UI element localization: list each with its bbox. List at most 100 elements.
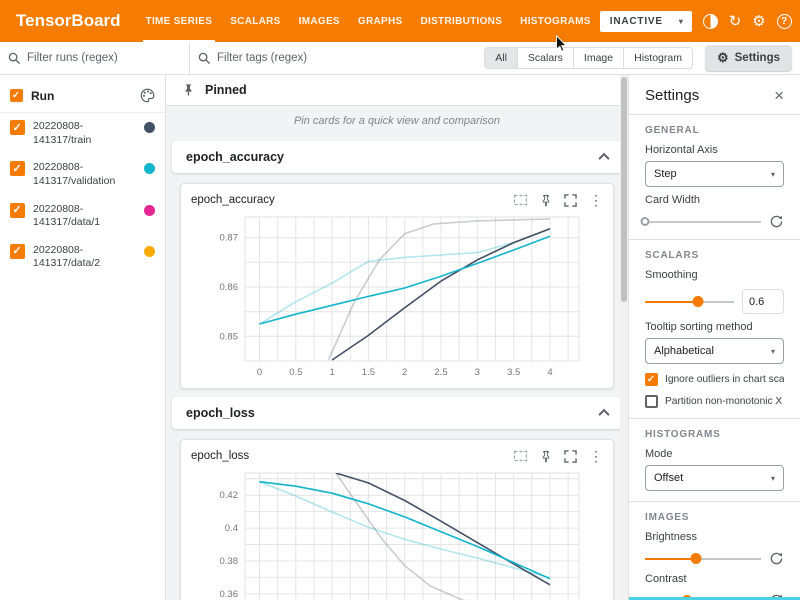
- filter-all-button[interactable]: All: [484, 47, 518, 69]
- tab-images[interactable]: IMAGES: [290, 0, 349, 42]
- brightness-slider[interactable]: [645, 552, 761, 566]
- tab-time-series[interactable]: TIME SERIES: [137, 0, 222, 42]
- epoch-loss-chart[interactable]: 00.511.522.533.540.420.40.380.36: [191, 465, 603, 600]
- theme-toggle-icon[interactable]: [703, 14, 718, 29]
- settings-panel: Settings × GENERAL Horizontal Axis Step …: [628, 75, 800, 600]
- ignore-outliers-row[interactable]: Ignore outliers in chart scaling: [645, 373, 784, 386]
- gear-icon[interactable]: ⚙: [752, 14, 765, 29]
- tab-distributions[interactable]: DISTRIBUTIONS: [411, 0, 511, 42]
- card-width-slider[interactable]: [645, 215, 761, 229]
- run-checkbox[interactable]: [10, 244, 25, 259]
- tooltip-sorting-label: Tooltip sorting method: [645, 321, 784, 333]
- run-label: 20220808-141317/data/1: [33, 203, 136, 230]
- content: Run 20220808-141317/train 20220808-14131…: [0, 75, 800, 600]
- run-label: 20220808-141317/data/2: [33, 244, 136, 271]
- run-row-data-1[interactable]: 20220808-141317/data/1: [0, 196, 165, 237]
- settings-button[interactable]: ⚙ Settings: [705, 45, 792, 71]
- partition-x-axis-label: Partition non-monotonic X axis: [665, 396, 784, 407]
- tooltip-sorting-select[interactable]: Alphabetical ▾: [645, 338, 784, 364]
- runs-header-label: Run: [31, 89, 132, 103]
- fullscreen-icon[interactable]: [564, 194, 577, 207]
- scrollbar-thumb[interactable]: [621, 77, 627, 302]
- slider-thumb[interactable]: [691, 553, 702, 564]
- epoch-accuracy-chart[interactable]: 00.511.522.533.540.850.860.87: [191, 209, 603, 384]
- pinned-hint-text: Pin cards for a quick view and compariso…: [166, 106, 628, 133]
- tag-type-filter-group: All Scalars Image Histogram: [484, 42, 693, 74]
- smoothing-slider[interactable]: [645, 295, 734, 309]
- help-icon[interactable]: ?: [777, 14, 792, 29]
- svg-text:2.5: 2.5: [434, 367, 447, 378]
- fit-domain-icon[interactable]: [513, 193, 528, 207]
- images-heading: IMAGES: [645, 512, 784, 523]
- filter-scalars-button[interactable]: Scalars: [517, 47, 574, 69]
- run-row-data-2[interactable]: 20220808-141317/data/2: [0, 237, 165, 278]
- general-heading: GENERAL: [645, 125, 784, 136]
- filter-toolbar: All Scalars Image Histogram ⚙ Settings: [0, 42, 800, 75]
- chevron-down-icon: ▾: [771, 170, 775, 179]
- svg-text:2: 2: [402, 367, 407, 378]
- scalar-card-epoch-accuracy: epoch_accuracy ⋮ 00.511.522.533.540.850.…: [180, 183, 614, 389]
- filter-tags-input[interactable]: [217, 52, 476, 64]
- pinned-title: Pinned: [205, 83, 247, 97]
- divider: [629, 418, 800, 419]
- run-color-dot: [144, 246, 155, 257]
- run-checkbox[interactable]: [10, 120, 25, 135]
- section-epoch-accuracy[interactable]: epoch_accuracy: [172, 141, 622, 173]
- card-actions: ⋮: [513, 193, 603, 207]
- tensorboard-app: TensorBoard TIME SERIES SCALARS IMAGES G…: [0, 0, 800, 600]
- card-title: epoch_accuracy: [191, 194, 275, 206]
- filter-runs-container: [0, 42, 190, 74]
- run-checkbox[interactable]: [10, 161, 25, 176]
- partition-x-axis-checkbox[interactable]: [645, 395, 658, 408]
- chevron-up-icon[interactable]: [598, 409, 609, 420]
- filter-image-button[interactable]: Image: [573, 47, 624, 69]
- pin-icon: [182, 83, 195, 97]
- pin-icon[interactable]: [540, 450, 552, 463]
- slider-thumb[interactable]: [693, 296, 704, 307]
- app-header: TensorBoard TIME SERIES SCALARS IMAGES G…: [0, 0, 800, 42]
- svg-text:4: 4: [547, 367, 552, 378]
- horizontal-axis-value: Step: [654, 168, 677, 180]
- section-epoch-loss[interactable]: epoch_loss: [172, 397, 622, 429]
- refresh-icon[interactable]: ↻: [729, 14, 742, 29]
- slider-thumb[interactable]: [641, 217, 650, 226]
- tab-scalars[interactable]: SCALARS: [221, 0, 289, 42]
- chevron-down-icon: ▾: [771, 347, 775, 356]
- filter-histogram-button[interactable]: Histogram: [623, 47, 693, 69]
- divider: [629, 114, 800, 115]
- ignore-outliers-checkbox[interactable]: [645, 373, 658, 386]
- run-label: 20220808-141317/train: [33, 120, 136, 147]
- gear-icon: ⚙: [717, 50, 729, 66]
- fit-domain-icon[interactable]: [513, 449, 528, 463]
- close-icon[interactable]: ×: [774, 87, 784, 104]
- run-row-validation[interactable]: 20220808-141317/validation: [0, 154, 165, 195]
- palette-icon[interactable]: [140, 88, 155, 103]
- select-all-runs-checkbox[interactable]: [10, 89, 23, 102]
- tab-graphs[interactable]: GRAPHS: [349, 0, 412, 42]
- reset-icon[interactable]: [769, 551, 784, 566]
- fullscreen-icon[interactable]: [564, 450, 577, 463]
- svg-text:0.38: 0.38: [220, 556, 239, 567]
- svg-text:0.42: 0.42: [220, 490, 239, 501]
- pin-icon[interactable]: [540, 194, 552, 207]
- histogram-mode-label: Mode: [645, 448, 784, 460]
- chevron-up-icon[interactable]: [598, 153, 609, 164]
- more-options-icon[interactable]: ⋮: [589, 193, 603, 207]
- filter-tags-container: [190, 42, 484, 74]
- partition-x-axis-row[interactable]: Partition non-monotonic X axis i: [645, 395, 784, 408]
- more-options-icon[interactable]: ⋮: [589, 449, 603, 463]
- svg-text:0.36: 0.36: [220, 589, 239, 600]
- reset-icon[interactable]: [769, 214, 784, 229]
- horizontal-axis-select[interactable]: Step ▾: [645, 161, 784, 187]
- smoothing-value-input[interactable]: [742, 289, 784, 314]
- svg-text:3.5: 3.5: [507, 367, 520, 378]
- run-checkbox[interactable]: [10, 203, 25, 218]
- histogram-mode-select[interactable]: Offset ▾: [645, 465, 784, 491]
- search-icon: [8, 52, 21, 65]
- tab-histograms[interactable]: HISTOGRAMS: [511, 0, 600, 42]
- card-header: epoch_accuracy ⋮: [191, 193, 603, 207]
- svg-text:0.86: 0.86: [220, 282, 239, 293]
- run-row-train[interactable]: 20220808-141317/train: [0, 113, 165, 154]
- filter-runs-input[interactable]: [27, 52, 181, 64]
- reload-status-dropdown[interactable]: INACTIVE ▾: [600, 11, 692, 32]
